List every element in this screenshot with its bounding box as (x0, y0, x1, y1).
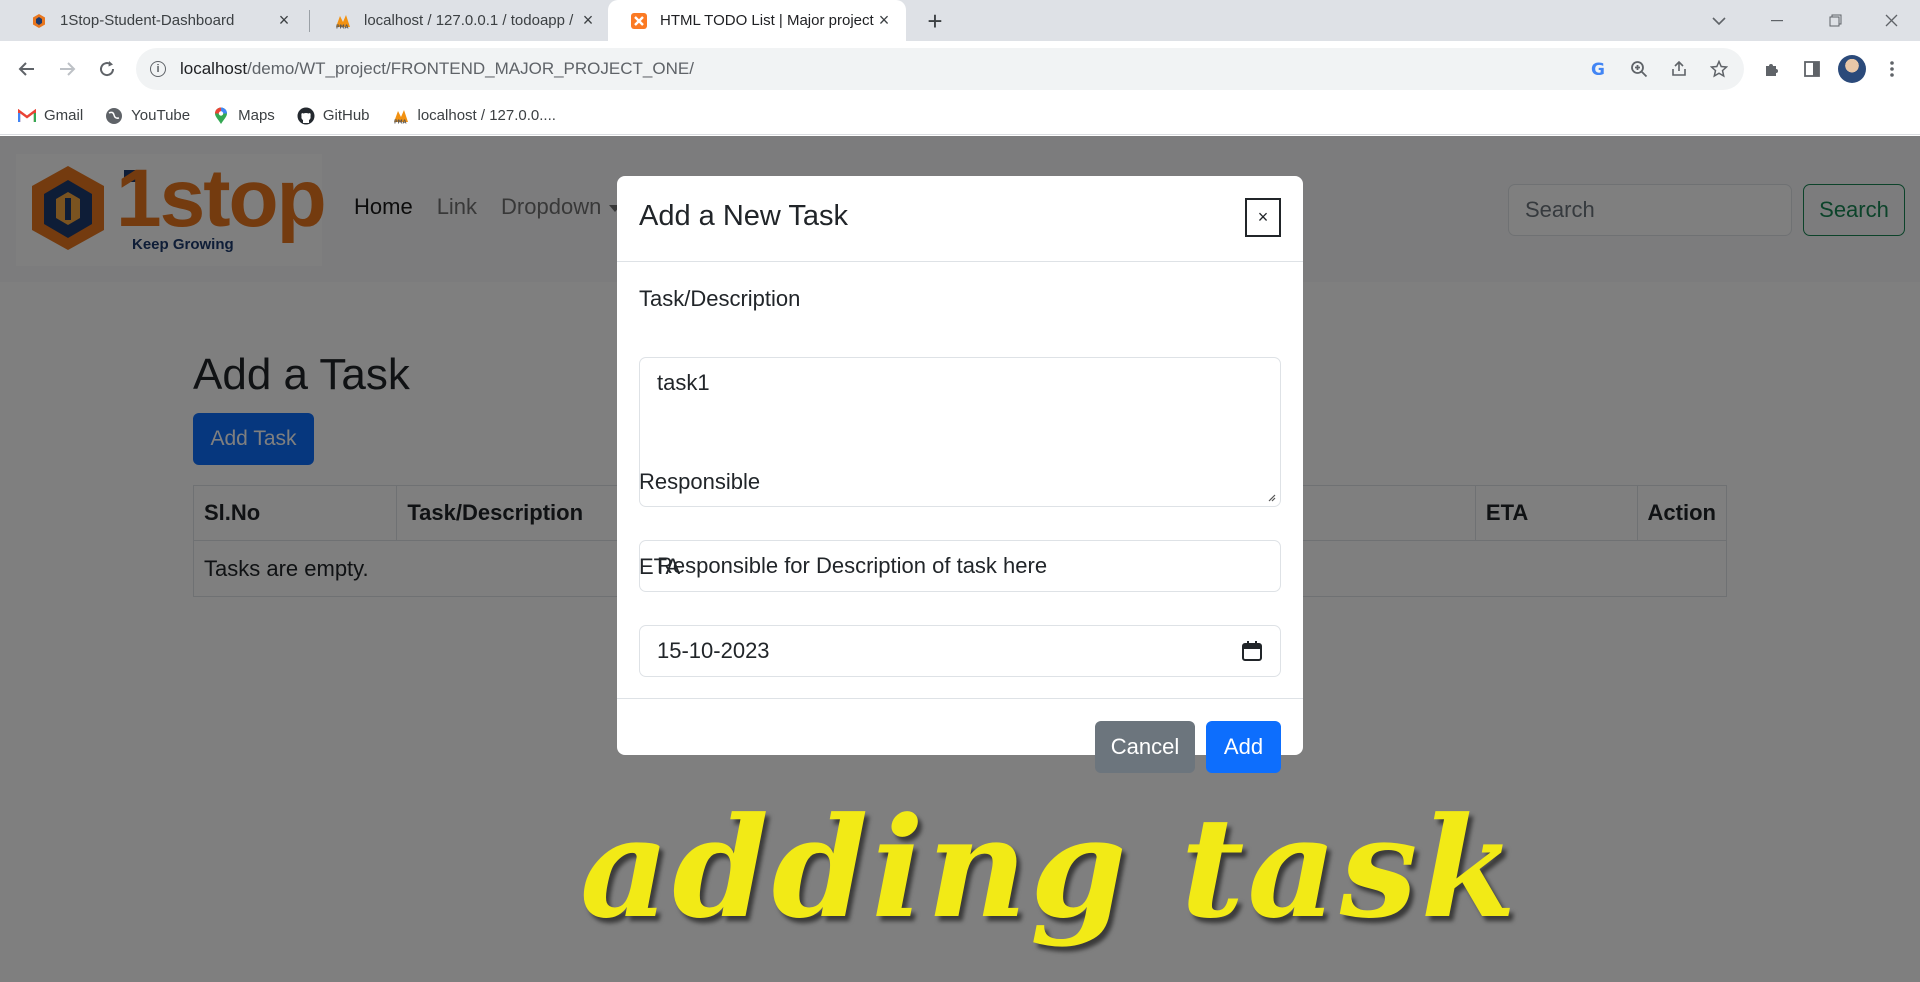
1stop-favicon-icon (30, 12, 48, 30)
bookmark-star-icon[interactable] (1708, 58, 1730, 80)
tab-close-icon[interactable]: × (274, 10, 294, 31)
modal-header: Add a New Task × (617, 176, 1303, 262)
side-panel-icon[interactable] (1794, 51, 1830, 87)
svg-text:PMA: PMA (336, 24, 349, 29)
address-bar[interactable]: i localhost/demo/WT_project/FRONTEND_MAJ… (136, 48, 1744, 90)
bookmark-gmail[interactable]: Gmail (18, 107, 83, 125)
profile-avatar[interactable] (1834, 51, 1870, 87)
add-task-modal: Add a New Task × Task/Description task1 … (617, 176, 1303, 773)
maps-pin-icon (212, 107, 230, 125)
reload-icon[interactable] (89, 51, 125, 87)
share-icon[interactable] (1668, 58, 1690, 80)
tab-close-icon[interactable]: × (578, 10, 598, 31)
task-description-label: Task/Description (639, 286, 801, 311)
modal-footer-divider (617, 698, 1303, 699)
close-icon[interactable]: × (1245, 198, 1281, 237)
forward-arrow-icon[interactable] (49, 51, 85, 87)
browser-tab-strip: 1Stop-Student-Dashboard × PMA localhost … (0, 0, 1920, 41)
overlay-caption: adding task (580, 786, 1520, 949)
calendar-icon[interactable] (1241, 640, 1263, 662)
browser-toolbar: i localhost/demo/WT_project/FRONTEND_MAJ… (0, 41, 1920, 97)
svg-text:PMA: PMA (394, 119, 407, 124)
tab-search-chevron-icon[interactable] (1690, 0, 1748, 41)
responsible-label: Responsible (639, 469, 761, 494)
github-icon (297, 107, 315, 125)
resize-grip-icon[interactable] (1266, 492, 1276, 502)
address-url: localhost/demo/WT_project/FRONTEND_MAJOR… (180, 59, 694, 78)
globe-icon (105, 107, 123, 125)
phpmyadmin-icon: PMA (334, 12, 352, 30)
tab-phpmyadmin[interactable]: PMA localhost / 127.0.0.1 / todoapp / × (312, 0, 610, 41)
xampp-icon (630, 12, 648, 30)
bookmark-maps[interactable]: Maps (212, 107, 275, 125)
tab-todo-list-active[interactable]: HTML TODO List | Major project × (608, 0, 906, 41)
extensions-puzzle-icon[interactable] (1754, 51, 1790, 87)
back-arrow-icon[interactable] (9, 51, 45, 87)
cancel-button[interactable]: Cancel (1095, 721, 1195, 773)
google-lens-icon[interactable]: G (1588, 58, 1610, 80)
eta-date-input[interactable]: 15-10-2023 (639, 625, 1281, 677)
tab-close-icon[interactable]: × (874, 10, 894, 31)
bookmark-localhost[interactable]: PMA localhost / 127.0.0.... (392, 107, 556, 125)
svg-text:G: G (1591, 60, 1605, 78)
tab-separator (309, 10, 310, 32)
gmail-icon (18, 107, 36, 125)
tab-1stop-dashboard[interactable]: 1Stop-Student-Dashboard × (8, 0, 306, 41)
zoom-icon[interactable] (1628, 58, 1650, 80)
responsible-input[interactable]: Responsible for Description of task here (639, 540, 1281, 592)
phpmyadmin-icon: PMA (392, 107, 410, 125)
modal-title: Add a New Task (639, 200, 849, 232)
eta-label: ETA (639, 554, 681, 579)
restore-icon[interactable] (1806, 0, 1864, 41)
new-tab-plus-icon[interactable]: + (920, 6, 950, 36)
bookmark-github[interactable]: GitHub (297, 107, 370, 125)
close-window-icon[interactable] (1862, 0, 1920, 41)
page-viewport: 1stop Keep Growing Home Link Dropdown Se… (0, 136, 1920, 982)
site-info-icon[interactable]: i (150, 61, 166, 77)
add-button[interactable]: Add (1206, 721, 1281, 773)
bookmarks-bar: Gmail YouTube Maps GitHub PMA localhost … (0, 97, 1920, 135)
bookmark-youtube[interactable]: YouTube (105, 107, 190, 125)
minimize-icon[interactable] (1748, 0, 1806, 41)
browser-menu-icon[interactable] (1874, 51, 1910, 87)
